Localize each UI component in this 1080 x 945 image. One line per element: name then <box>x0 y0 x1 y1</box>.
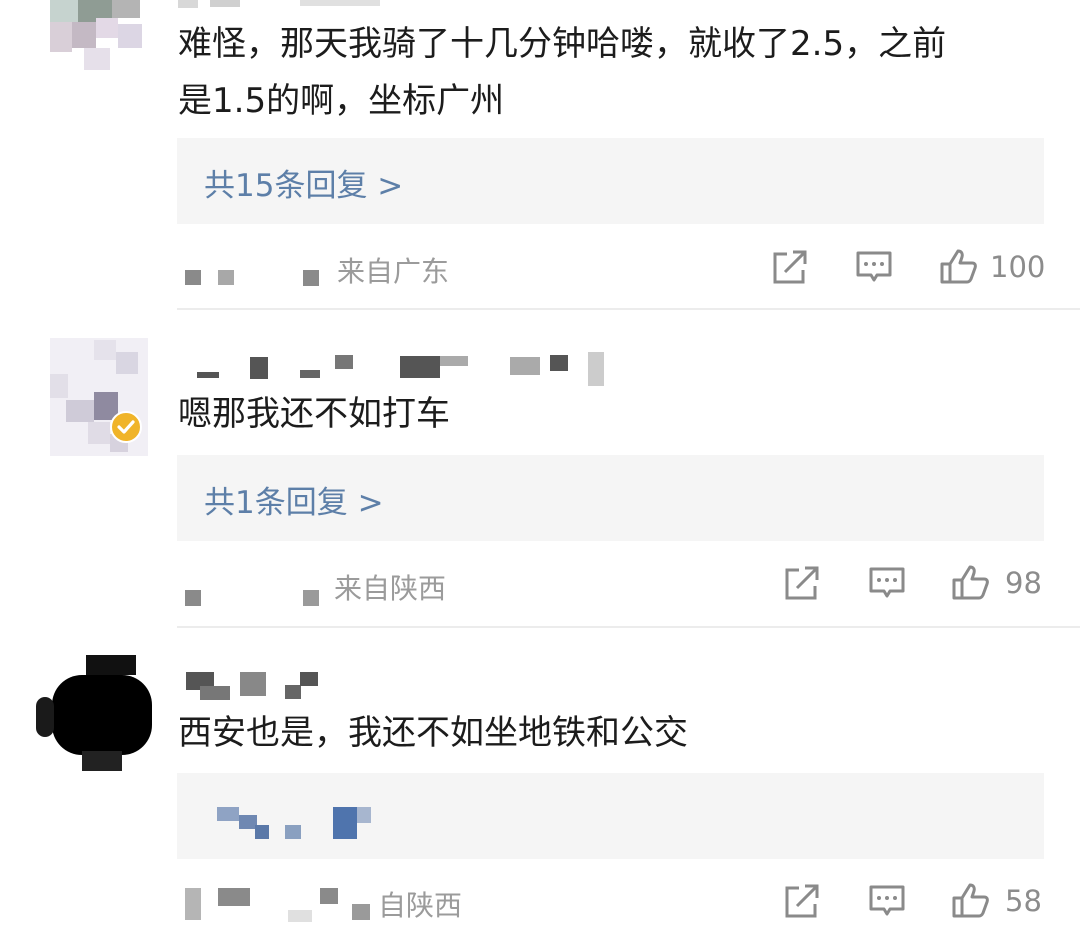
reply-box[interactable]: 共1条回复 > <box>177 455 1044 541</box>
comment-text: 难怪，那天我骑了十几分钟哈喽，就收了2.5，之前 <box>178 24 947 64</box>
location-label: 来自广东 <box>337 255 450 288</box>
like-icon[interactable] <box>940 248 978 284</box>
comment-icon[interactable] <box>868 884 906 920</box>
verified-badge-icon <box>110 411 142 443</box>
divider <box>177 308 1080 310</box>
comment-text: 是1.5的啊，坐标广州 <box>178 81 505 121</box>
comment-icon[interactable] <box>868 566 906 602</box>
divider <box>177 626 1080 628</box>
share-icon[interactable] <box>771 250 809 286</box>
like-count: 100 <box>990 250 1046 284</box>
share-icon[interactable] <box>783 884 821 920</box>
comment-text: 西安也是，我还不如坐地铁和公交 <box>178 713 688 753</box>
like-icon[interactable] <box>952 564 990 600</box>
avatar[interactable] <box>36 655 156 775</box>
like-count: 98 <box>1005 566 1042 600</box>
view-replies-link[interactable]: 共1条回复 > <box>204 477 384 522</box>
comment-icon[interactable] <box>855 250 893 286</box>
reply-box[interactable] <box>177 773 1044 859</box>
share-icon[interactable] <box>783 566 821 602</box>
reply-box[interactable]: 共15条回复 > <box>177 138 1044 224</box>
view-replies-link[interactable]: 共15条回复 > <box>204 160 403 205</box>
like-icon[interactable] <box>952 882 990 918</box>
like-count: 58 <box>1005 884 1042 918</box>
comment-text: 嗯那我还不如打车 <box>178 394 450 434</box>
location-label: 自陕西 <box>378 889 463 922</box>
location-label: 来自陕西 <box>334 572 447 605</box>
avatar[interactable] <box>50 0 150 70</box>
